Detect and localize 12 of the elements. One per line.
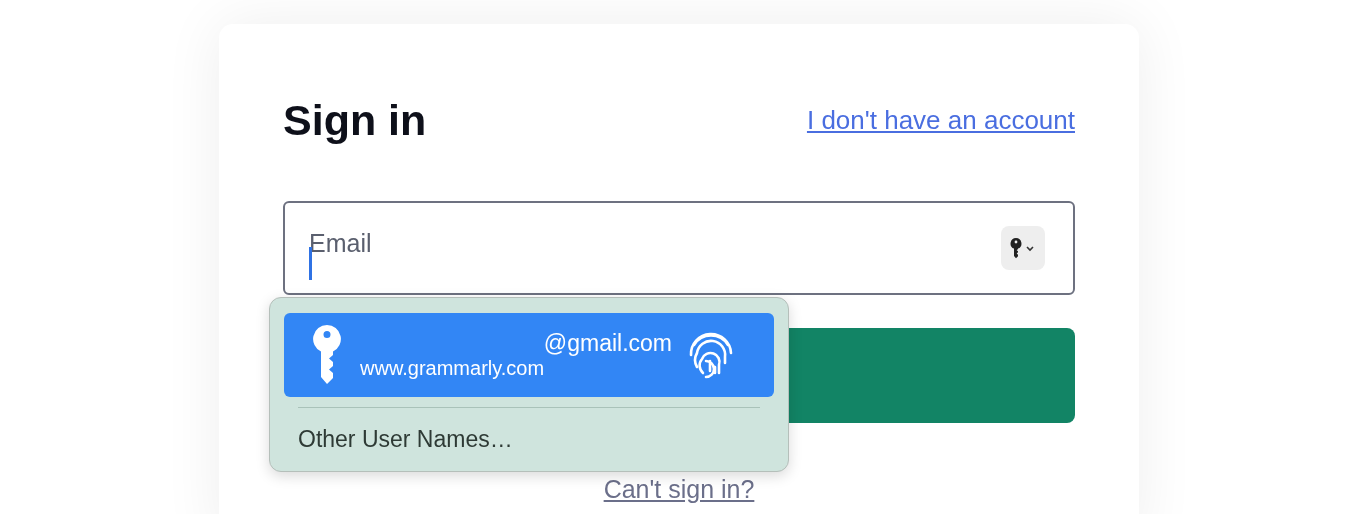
saved-login-item[interactable]: @gmail.com www.grammarly.com xyxy=(284,313,774,397)
text-cursor xyxy=(309,247,312,280)
password-key-button[interactable] xyxy=(1001,226,1045,270)
username-text: @gmail.com xyxy=(543,330,672,357)
signup-link[interactable]: I don't have an account xyxy=(806,104,1075,136)
other-user-names-item[interactable]: Other User Names… xyxy=(284,408,774,453)
page-title: Sign in xyxy=(283,95,427,145)
site-text: www.grammarly.com xyxy=(360,357,546,380)
email-field[interactable]: Email xyxy=(283,201,1075,295)
email-placeholder: Email xyxy=(309,228,373,258)
help-link[interactable]: Can't sign in? xyxy=(603,475,755,503)
key-icon xyxy=(312,325,342,385)
